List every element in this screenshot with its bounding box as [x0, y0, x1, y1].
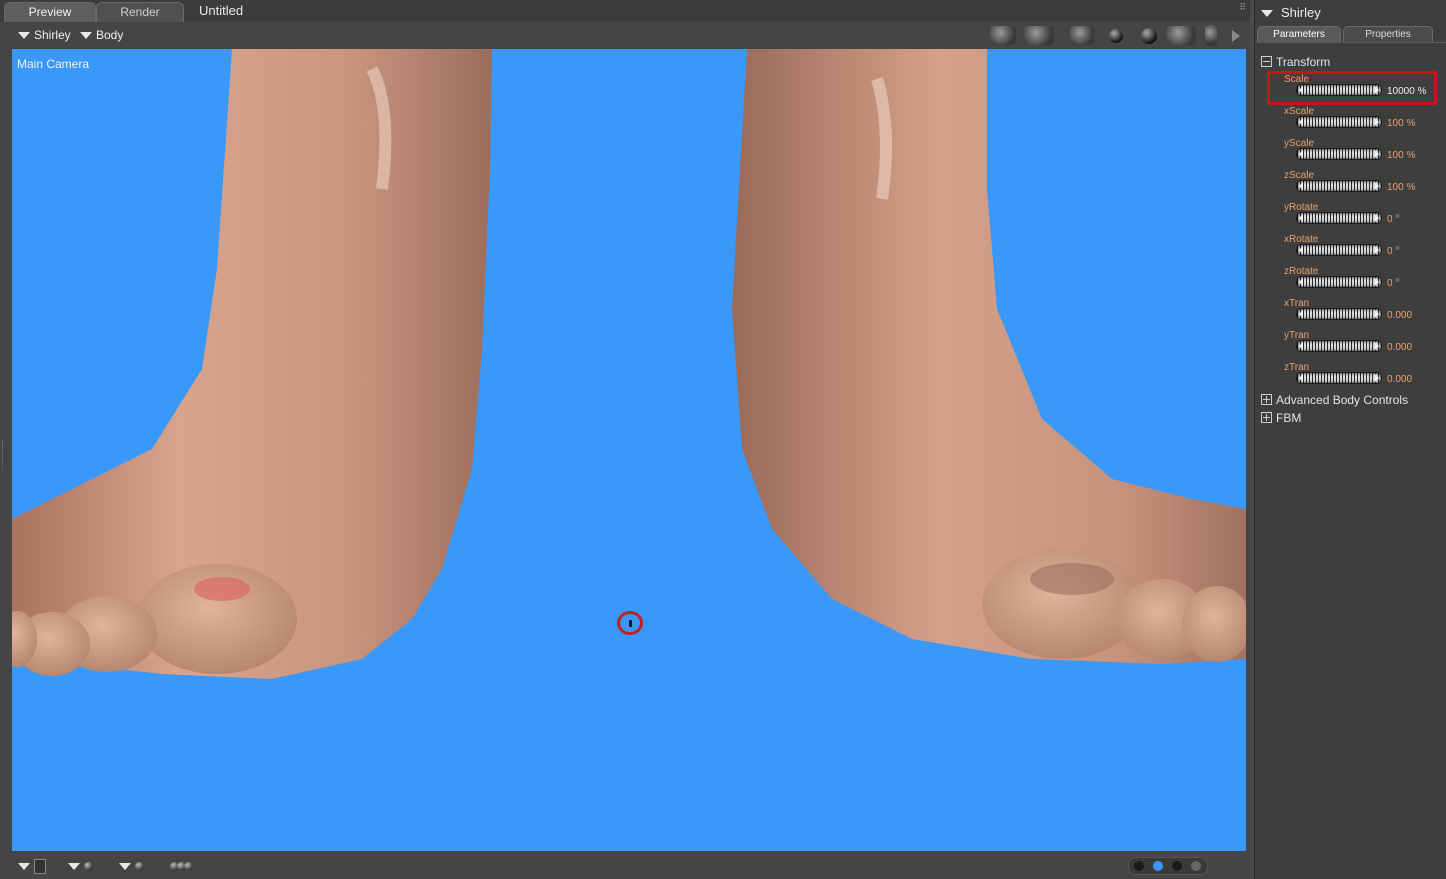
resize-grip-icon[interactable]: ⠿ — [1239, 2, 1246, 13]
document-title: Untitled — [199, 3, 244, 18]
document-window: Preview Render Untitled ⠿ Shirley Body M… — [0, 0, 1250, 879]
view-layout-selector[interactable] — [1128, 857, 1208, 875]
texture-shade-icon[interactable] — [1141, 28, 1157, 44]
param-value[interactable]: 0 ° — [1387, 214, 1399, 225]
tab-parameters[interactable]: Parameters — [1257, 26, 1341, 43]
param-dial[interactable] — [1296, 116, 1382, 128]
element-style-icon — [135, 862, 144, 872]
group-advanced-body-controls[interactable]: Advanced Body Controls — [1261, 393, 1408, 407]
panel-figure-menu[interactable]: Shirley — [1261, 5, 1321, 20]
param-value[interactable]: 0 ° — [1387, 278, 1399, 289]
param-dial[interactable] — [1296, 212, 1382, 224]
document-tab-bar: Preview Render Untitled ⠿ — [0, 0, 1250, 22]
param-dial[interactable] — [1296, 180, 1382, 192]
viewport-bottom-bar — [0, 851, 1250, 879]
flat-shade-icon[interactable] — [1070, 26, 1094, 45]
panel-grip[interactable] — [2, 440, 9, 470]
expand-icon — [1261, 394, 1272, 405]
param-zrotate: zRotate 0 ° — [1283, 266, 1443, 296]
param-zscale: zScale 100 % — [1283, 170, 1443, 200]
expand-icon — [1261, 412, 1272, 423]
param-value[interactable]: 0.000 — [1387, 374, 1412, 385]
view-dot[interactable] — [1134, 861, 1144, 871]
param-value[interactable]: 0.000 — [1387, 342, 1412, 353]
chevron-down-icon — [1261, 10, 1273, 18]
param-value[interactable]: 0 ° — [1387, 246, 1399, 257]
panel-title: Shirley — [1281, 5, 1321, 20]
figure-menu-label: Shirley — [34, 28, 71, 42]
3d-viewport[interactable]: Main Camera — [12, 49, 1246, 851]
tab-preview[interactable]: Preview — [4, 2, 96, 22]
document-style-icon — [34, 859, 46, 875]
param-dial[interactable] — [1296, 148, 1382, 160]
scale-highlight-box — [1267, 71, 1437, 105]
param-dial[interactable] — [1296, 372, 1382, 384]
figure-style-icon — [84, 862, 93, 872]
feet-render — [12, 49, 1246, 679]
tab-properties[interactable]: Properties — [1343, 26, 1433, 43]
figure-origin-marker[interactable] — [617, 611, 643, 635]
param-value[interactable]: 0.000 — [1387, 310, 1412, 321]
view-dot[interactable] — [1172, 861, 1182, 871]
param-xrotate: xRotate 0 ° — [1283, 234, 1443, 264]
figure-style-menu[interactable] — [68, 858, 93, 876]
right-foot — [732, 49, 1246, 664]
chevron-down-icon — [18, 863, 30, 871]
param-dial[interactable] — [1296, 340, 1382, 352]
group-transform-label: Transform — [1276, 55, 1331, 69]
param-xtran: xTran 0.000 — [1283, 298, 1443, 328]
viewport-toolbar: Shirley Body — [0, 22, 1250, 49]
chevron-down-icon — [80, 32, 92, 40]
view-dot-selected[interactable] — [1153, 861, 1163, 871]
body-part-menu-label: Body — [96, 28, 124, 42]
param-dial[interactable] — [1296, 276, 1382, 288]
param-dial[interactable] — [1296, 308, 1382, 320]
tab-render[interactable]: Render — [96, 2, 184, 22]
divider — [1255, 42, 1446, 43]
light-icon[interactable] — [1166, 26, 1196, 45]
display-menu[interactable] — [18, 858, 46, 876]
chevron-down-icon — [68, 863, 80, 871]
param-yscale: yScale 100 % — [1283, 138, 1443, 168]
element-style-menu[interactable] — [119, 858, 144, 876]
more-icon[interactable] — [1232, 30, 1240, 42]
param-value[interactable]: 100 % — [1387, 118, 1415, 129]
camera-icon[interactable] — [990, 26, 1016, 45]
camera-label: Main Camera — [17, 57, 90, 71]
param-ytran: yTran 0.000 — [1283, 330, 1443, 360]
param-value[interactable]: 100 % — [1387, 182, 1415, 193]
group-fbm[interactable]: FBM — [1261, 411, 1301, 425]
group-fbm-label: FBM — [1276, 411, 1302, 425]
chevron-down-icon — [119, 863, 131, 871]
smooth-shade-icon[interactable] — [1109, 29, 1123, 43]
parameters-panel: Shirley Parameters Properties Transform … — [1254, 0, 1446, 879]
body-part-menu[interactable]: Body — [80, 28, 123, 42]
chevron-down-icon — [18, 32, 30, 40]
view-dot[interactable] — [1191, 861, 1201, 871]
move-icon[interactable] — [1205, 25, 1217, 46]
tracking-mode-icon[interactable] — [170, 858, 193, 876]
param-ztran: zTran 0.000 — [1283, 362, 1443, 392]
group-advanced-label: Advanced Body Controls — [1276, 393, 1409, 407]
param-xscale: xScale 100 % — [1283, 106, 1443, 136]
camera-dolly-icon[interactable] — [1024, 26, 1054, 45]
param-dial[interactable] — [1296, 244, 1382, 256]
collapse-icon — [1261, 56, 1272, 67]
param-yrotate: yRotate 0 ° — [1283, 202, 1443, 232]
group-transform[interactable]: Transform — [1261, 55, 1330, 69]
param-value[interactable]: 100 % — [1387, 150, 1415, 161]
figure-menu[interactable]: Shirley — [18, 28, 71, 42]
